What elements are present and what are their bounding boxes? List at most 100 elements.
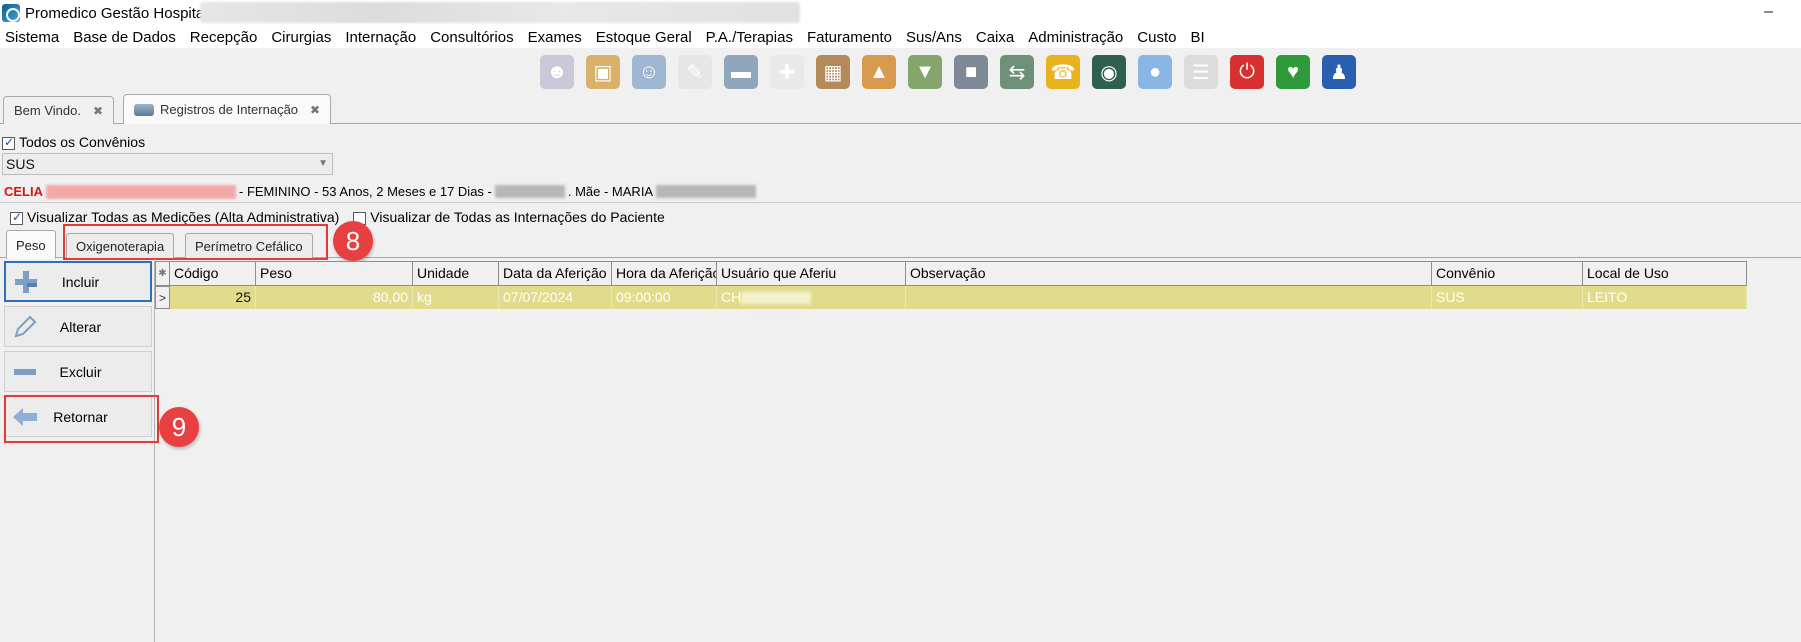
menu-exames[interactable]: Exames xyxy=(522,29,590,46)
callout-highlight-back xyxy=(4,395,159,443)
cell-convenio[interactable]: SUS xyxy=(1432,286,1583,309)
callout-badge-9: 9 xyxy=(159,407,199,447)
header-corner: ✱ xyxy=(155,261,170,286)
safe-icon[interactable]: ■ xyxy=(954,55,988,89)
delete-button[interactable]: Excluir xyxy=(4,351,152,392)
doctor-icon[interactable]: ☺ xyxy=(632,55,666,89)
col-codigo[interactable]: Código xyxy=(170,261,256,286)
col-convenio[interactable]: Convênio xyxy=(1432,261,1583,286)
view-all-measurements-checkbox[interactable] xyxy=(10,210,23,225)
tab-peso[interactable]: Peso xyxy=(6,230,56,259)
bed-icon xyxy=(134,103,154,116)
heartbeat-book-icon[interactable]: ♥ xyxy=(1276,55,1310,89)
menu-sistema[interactable]: Sistema xyxy=(0,29,67,46)
patient-card-icon[interactable]: ▣ xyxy=(586,55,620,89)
col-usuario[interactable]: Usuário que Aferiu xyxy=(717,261,906,286)
view-all-admissions-label: Visualizar de Todas as Internações do Pa… xyxy=(370,209,665,225)
minimize-button[interactable]: – xyxy=(1764,3,1773,21)
menu-base-de-dados[interactable]: Base de Dados xyxy=(67,29,184,46)
table-row[interactable]: > 25 80,00 kg 07/07/2024 09:00:00 CH SUS… xyxy=(155,286,1747,309)
cash-exchange-icon[interactable]: ⇆ xyxy=(1000,55,1034,89)
hospital-bed-icon[interactable]: ▬ xyxy=(724,55,758,89)
menu-custo[interactable]: Custo xyxy=(1131,29,1184,46)
callout-badge-8: 8 xyxy=(333,221,373,261)
insurance-select[interactable]: SUS ▼ xyxy=(2,153,333,175)
cell-local[interactable]: LEITO xyxy=(1583,286,1747,309)
redacted-title-info xyxy=(200,2,800,23)
all-insurances-checkbox[interactable] xyxy=(2,135,15,150)
patient-info: CELIA - FEMININO - 53 Anos, 2 Meses e 17… xyxy=(0,181,1801,203)
chevron-down-icon[interactable]: ▼ xyxy=(318,154,328,174)
prescription-icon[interactable]: ✎ xyxy=(678,55,712,89)
cell-data[interactable]: 07/07/2024 xyxy=(499,286,612,309)
add-icon xyxy=(11,267,41,297)
patient-name: CELIA xyxy=(4,184,43,199)
pencil-icon xyxy=(10,312,40,342)
redacted-user xyxy=(741,292,812,305)
all-insurances-checkbox-row[interactable]: Todos os Convênios xyxy=(2,134,145,150)
book-icon[interactable]: ◉ xyxy=(1092,55,1126,89)
tab-label: Registros de Internação xyxy=(160,102,299,117)
menu-bi[interactable]: BI xyxy=(1184,29,1212,46)
col-data[interactable]: Data da Aferição xyxy=(499,261,612,286)
money-down-icon[interactable]: ▼ xyxy=(908,55,942,89)
usuario-text: CH xyxy=(721,289,742,305)
menu-bar: Sistema Base de Dados Recepção Cirurgias… xyxy=(0,26,1801,48)
insurance-value: SUS xyxy=(6,156,35,172)
close-tab-icon[interactable]: ✖ xyxy=(93,104,103,118)
delete-label: Excluir xyxy=(59,363,102,380)
tab-registros-internacao[interactable]: Registros de Internação ✖ xyxy=(123,94,332,124)
row-indicator[interactable]: > xyxy=(155,286,170,309)
minus-icon xyxy=(10,357,40,387)
toolbar: ☻ ▣ ☺ ✎ ▬ ✚ ▦ ▲ ▼ ■ ⇆ ☎ ◉ ● ☰ ⏻ ♥ ♟ xyxy=(540,52,1356,92)
window-title: Promedico Gestão Hospitalar xyxy=(25,4,221,22)
tab-label: Bem Vindo. xyxy=(14,103,81,118)
include-label: Incluir xyxy=(61,273,100,290)
contact-book-icon[interactable]: ♟ xyxy=(1322,55,1356,89)
stock-up-icon[interactable]: ▲ xyxy=(862,55,896,89)
menu-recepcao[interactable]: Recepção xyxy=(184,29,266,46)
alter-button[interactable]: Alterar xyxy=(4,306,152,347)
menu-faturamento[interactable]: Faturamento xyxy=(801,29,900,46)
boxes-icon[interactable]: ▦ xyxy=(816,55,850,89)
col-observacao[interactable]: Observação xyxy=(906,261,1432,286)
view-all-measurements-option[interactable]: Visualizar Todas as Medições (Alta Admin… xyxy=(10,209,339,225)
alter-label: Alterar xyxy=(59,318,102,335)
redacted-id xyxy=(494,185,565,198)
col-hora[interactable]: Hora da Aferição xyxy=(612,261,717,286)
include-button[interactable]: Incluir xyxy=(4,261,152,302)
ambulance-icon[interactable]: ✚ xyxy=(770,55,804,89)
col-peso[interactable]: Peso xyxy=(256,261,413,286)
redacted-mother-name xyxy=(656,185,757,198)
menu-estoque-geral[interactable]: Estoque Geral xyxy=(590,29,700,46)
cell-hora[interactable]: 09:00:00 xyxy=(612,286,717,309)
users-refresh-icon[interactable]: ☻ xyxy=(540,55,574,89)
cell-codigo[interactable]: 25 xyxy=(170,286,256,309)
menu-consultorios[interactable]: Consultórios xyxy=(424,29,521,46)
redacted-surname xyxy=(46,184,236,199)
menu-caixa[interactable]: Caixa xyxy=(970,29,1022,46)
power-icon[interactable]: ⏻ xyxy=(1230,55,1264,89)
phone-book-icon[interactable]: ☎ xyxy=(1046,55,1080,89)
cell-usuario[interactable]: CH xyxy=(717,286,906,309)
action-panel: Incluir Alterar Excluir Retornar xyxy=(0,259,155,642)
report-icon[interactable]: ☰ xyxy=(1184,55,1218,89)
col-local[interactable]: Local de Uso xyxy=(1583,261,1747,286)
view-all-admissions-option[interactable]: Visualizar de Todas as Internações do Pa… xyxy=(353,209,665,225)
view-all-measurements-label: Visualizar Todas as Medições (Alta Admin… xyxy=(27,209,340,225)
close-tab-icon[interactable]: ✖ xyxy=(310,103,320,117)
chat-icon[interactable]: ● xyxy=(1138,55,1172,89)
menu-pa-terapias[interactable]: P.A./Terapias xyxy=(700,29,801,46)
col-unidade[interactable]: Unidade xyxy=(413,261,499,286)
cell-observacao[interactable] xyxy=(906,286,1432,309)
cell-unidade[interactable]: kg xyxy=(413,286,499,309)
menu-administracao[interactable]: Administração xyxy=(1022,29,1131,46)
menu-sus-ans[interactable]: Sus/Ans xyxy=(900,29,970,46)
cell-peso[interactable]: 80,00 xyxy=(256,286,413,309)
tab-bem-vindo[interactable]: Bem Vindo. ✖ xyxy=(3,96,115,124)
menu-cirurgias[interactable]: Cirurgias xyxy=(265,29,339,46)
menu-internacao[interactable]: Internação xyxy=(339,29,424,46)
patient-details: - FEMININO - 53 Anos, 2 Meses e 17 Dias … xyxy=(239,184,492,199)
document-tabs: Bem Vindo. ✖ Registros de Internação ✖ xyxy=(0,94,1801,124)
title-bar: Promedico Gestão Hospitalar – xyxy=(0,0,1801,26)
